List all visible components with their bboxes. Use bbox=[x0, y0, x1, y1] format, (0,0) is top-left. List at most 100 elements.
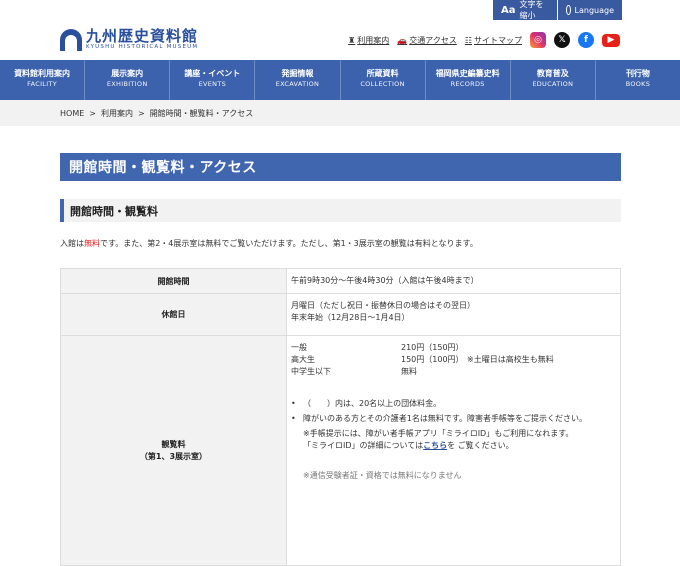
note-text: 障がいのある方とその介護者1名は無料です。障害者手帳等をご提示ください。 bbox=[303, 414, 588, 423]
note-text: 「ミライロID」の詳細については bbox=[303, 441, 424, 450]
nav-label-en: COLLECTION bbox=[360, 80, 405, 88]
nav-label-en: FACILITY bbox=[27, 80, 57, 88]
bullet-icon: • bbox=[291, 399, 296, 408]
page-title: 開館時間・観覧料・アクセス bbox=[60, 153, 621, 181]
util-link-label: サイトマップ bbox=[474, 35, 522, 45]
note-text: を ご覧ください。 bbox=[447, 441, 514, 450]
nav-label-jp: 福岡県史編纂史料 bbox=[435, 69, 500, 78]
nav-item-exhibition[interactable]: 展示案内 EXHIBITION bbox=[85, 60, 171, 100]
table-row: 観覧料 （第1、3展示室） 一般 210円（150円） 高大生 150円（100… bbox=[60, 335, 621, 566]
lead-text: 入館は無料です。また、第2・4展示室は無料でご覧いただけます。ただし、第1・3展… bbox=[60, 238, 478, 249]
top-utility-bar: Aa 文字を縮小 o Language bbox=[0, 0, 680, 20]
table-header-hours: 開館時間 bbox=[60, 268, 287, 294]
breadcrumb-home[interactable]: HOME bbox=[60, 109, 84, 118]
table-row: 開館時間 午前9時30分〜午後4時30分（入館は午後4時まで） bbox=[60, 268, 621, 294]
nav-label-en: BOOKS bbox=[625, 80, 651, 88]
font-size-label: 文字を縮小 bbox=[519, 0, 544, 20]
nav-item-facility[interactable]: 資料館利用案内 FACILITY bbox=[0, 60, 86, 100]
fee-value: 210円（150円） bbox=[401, 343, 464, 352]
nav-label-en: EVENTS bbox=[198, 80, 227, 88]
nav-label-jp: 教育普及 bbox=[536, 69, 569, 78]
breadcrumb: HOME > 利用案内 > 開館時間・観覧料・アクセス bbox=[0, 100, 680, 126]
note-text: （ ）内は、20名以上の団体料金。 bbox=[303, 399, 442, 408]
nav-item-events[interactable]: 講座・イベント EVENTS bbox=[170, 60, 256, 100]
nav-item-excavation[interactable]: 発掘情報 EXCAVATION bbox=[255, 60, 341, 100]
util-link-label: 交通アクセス bbox=[409, 35, 457, 45]
table-cell-fee: 一般 210円（150円） 高大生 150円（100円） ※土曜日は高校生も無料… bbox=[286, 335, 621, 566]
closed-line-1: 月曜日（ただし祝日・振替休日の場合はその翌日） bbox=[291, 301, 475, 310]
museum-logo-icon bbox=[60, 29, 82, 51]
fee-value: 150円（100円） bbox=[401, 355, 464, 364]
nav-item-collection[interactable]: 所蔵資料 COLLECTION bbox=[341, 60, 426, 100]
table-cell-hours: 午前9時30分〜午後4時30分（入館は午後4時まで） bbox=[286, 268, 621, 294]
fee-row-general: 一般 210円（150円） bbox=[291, 342, 620, 354]
nav-label-en: RECORDS bbox=[450, 80, 485, 88]
util-link-sitemap[interactable]: ☷ サイトマップ bbox=[465, 35, 522, 46]
youtube-icon[interactable]: ▶ bbox=[602, 33, 620, 47]
lead-free-highlight: 無料 bbox=[84, 239, 100, 248]
language-label: Language bbox=[574, 5, 614, 15]
nav-label-jp: 講座・イベント bbox=[184, 69, 241, 78]
note-disability: • 障がいのある方とその介護者1名は無料です。障害者手帳等をご提示ください。 bbox=[291, 413, 620, 425]
nav-label-en: EDUCATION bbox=[532, 80, 574, 88]
logo-text-en: KYUSHU HISTORICAL MUSEUM bbox=[86, 44, 199, 50]
nav-label-en: EXHIBITION bbox=[106, 80, 148, 88]
nav-label-jp: 発掘情報 bbox=[281, 69, 314, 78]
fee-row-junior: 中学生以下 無料 bbox=[291, 366, 620, 378]
util-link-access[interactable]: 🚗 交通アクセス bbox=[397, 35, 457, 46]
car-icon: 🚗 bbox=[397, 35, 408, 45]
fee-value: 無料 bbox=[401, 367, 417, 376]
fee-header-line-1: 観覧料 bbox=[161, 439, 186, 449]
global-nav: 資料館利用案内 FACILITY 展示案内 EXHIBITION 講座・イベント… bbox=[0, 60, 680, 100]
mirairo-link[interactable]: こちら bbox=[423, 441, 447, 450]
util-link-guide[interactable]: ♜ 利用案内 bbox=[348, 35, 389, 46]
fee-header-line-2: （第1、3展示室） bbox=[139, 451, 208, 461]
font-size-icon: Aa bbox=[501, 4, 516, 16]
nav-label-jp: 所蔵資料 bbox=[366, 69, 399, 78]
breadcrumb-guide[interactable]: 利用案内 bbox=[101, 108, 133, 119]
nav-label-en: EXCAVATION bbox=[275, 80, 320, 88]
lead-post: です。また、第2・4展示室は無料でご覧いただけます。ただし、第1・3展示室の観覧… bbox=[100, 239, 478, 248]
nav-item-education[interactable]: 教育普及 EDUCATION bbox=[511, 60, 596, 100]
table-header-fee: 観覧料 （第1、3展示室） bbox=[60, 335, 287, 566]
nav-label-jp: 刊行物 bbox=[625, 69, 650, 78]
table-cell-closed: 月曜日（ただし祝日・振替休日の場合はその翌日） 年末年始（12月28日〜1月4日… bbox=[286, 293, 621, 336]
sitemap-icon: ☷ bbox=[464, 35, 472, 45]
x-icon[interactable]: 𝕏 bbox=[554, 32, 570, 48]
note-group-fee: • （ ）内は、20名以上の団体料金。 bbox=[291, 398, 620, 410]
fee-notes: • （ ）内は、20名以上の団体料金。 • 障がいのある方とその介護者1名は無料… bbox=[291, 398, 620, 482]
breadcrumb-current: 開館時間・観覧料・アクセス bbox=[149, 108, 254, 118]
utility-links: ♜ 利用案内 🚗 交通アクセス ☷ サイトマップ ◎ 𝕏 f ▶ bbox=[348, 32, 620, 48]
nav-item-books[interactable]: 刊行物 BOOKS bbox=[596, 60, 680, 100]
note-mirairo-detail: 「ミライロID」の詳細についてはこちらを ご覧ください。 bbox=[291, 440, 620, 452]
table-row: 休館日 月曜日（ただし祝日・振替休日の場合はその翌日） 年末年始（12月28日〜… bbox=[60, 293, 621, 336]
section-title: 開館時間・観覧料 bbox=[60, 199, 621, 222]
instagram-icon[interactable]: ◎ bbox=[530, 32, 546, 48]
site-header: 九州歴史資料館 KYUSHU HISTORICAL MUSEUM ♜ 利用案内 … bbox=[0, 20, 680, 60]
map-pin-icon: ♜ bbox=[348, 35, 356, 45]
font-size-button[interactable]: Aa 文字を縮小 bbox=[493, 0, 557, 20]
breadcrumb-separator: > bbox=[137, 108, 145, 118]
language-button[interactable]: o Language bbox=[558, 0, 622, 20]
note-mirairo: ※手帳提示には、障がい者手帳アプリ「ミライロID」もご利用になれます。 bbox=[303, 429, 574, 438]
fee-row-student: 高大生 150円（100円） ※土曜日は高校生も無料 bbox=[291, 354, 620, 366]
util-link-label: 利用案内 bbox=[357, 35, 390, 45]
fee-note: ※土曜日は高校生も無料 bbox=[467, 355, 554, 364]
bullet-icon: • bbox=[291, 414, 296, 423]
closed-line-2: 年末年始（12月28日〜1月4日） bbox=[291, 313, 410, 322]
note-correspondence: ※通信受験者証・資格では無料になりません bbox=[303, 471, 462, 480]
fee-label: 高大生 bbox=[291, 355, 315, 364]
nav-item-records[interactable]: 福岡県史編纂史料 RECORDS bbox=[426, 60, 511, 100]
globe-icon: o bbox=[566, 5, 571, 15]
nav-label-jp: 展示案内 bbox=[111, 69, 144, 78]
fee-label: 一般 bbox=[291, 343, 307, 352]
table-header-closed: 休館日 bbox=[60, 293, 287, 336]
nav-label-jp: 資料館利用案内 bbox=[14, 69, 71, 78]
facebook-icon[interactable]: f bbox=[578, 32, 594, 48]
lead-pre: 入館は bbox=[60, 239, 84, 248]
hours-fee-table: 開館時間 午前9時30分〜午後4時30分（入館は午後4時まで） 休館日 月曜日（… bbox=[60, 268, 621, 566]
fee-label: 中学生以下 bbox=[291, 367, 331, 376]
site-logo[interactable]: 九州歴史資料館 KYUSHU HISTORICAL MUSEUM bbox=[60, 29, 198, 51]
breadcrumb-separator: > bbox=[89, 108, 96, 118]
logo-text-jp: 九州歴史資料館 bbox=[86, 27, 199, 45]
